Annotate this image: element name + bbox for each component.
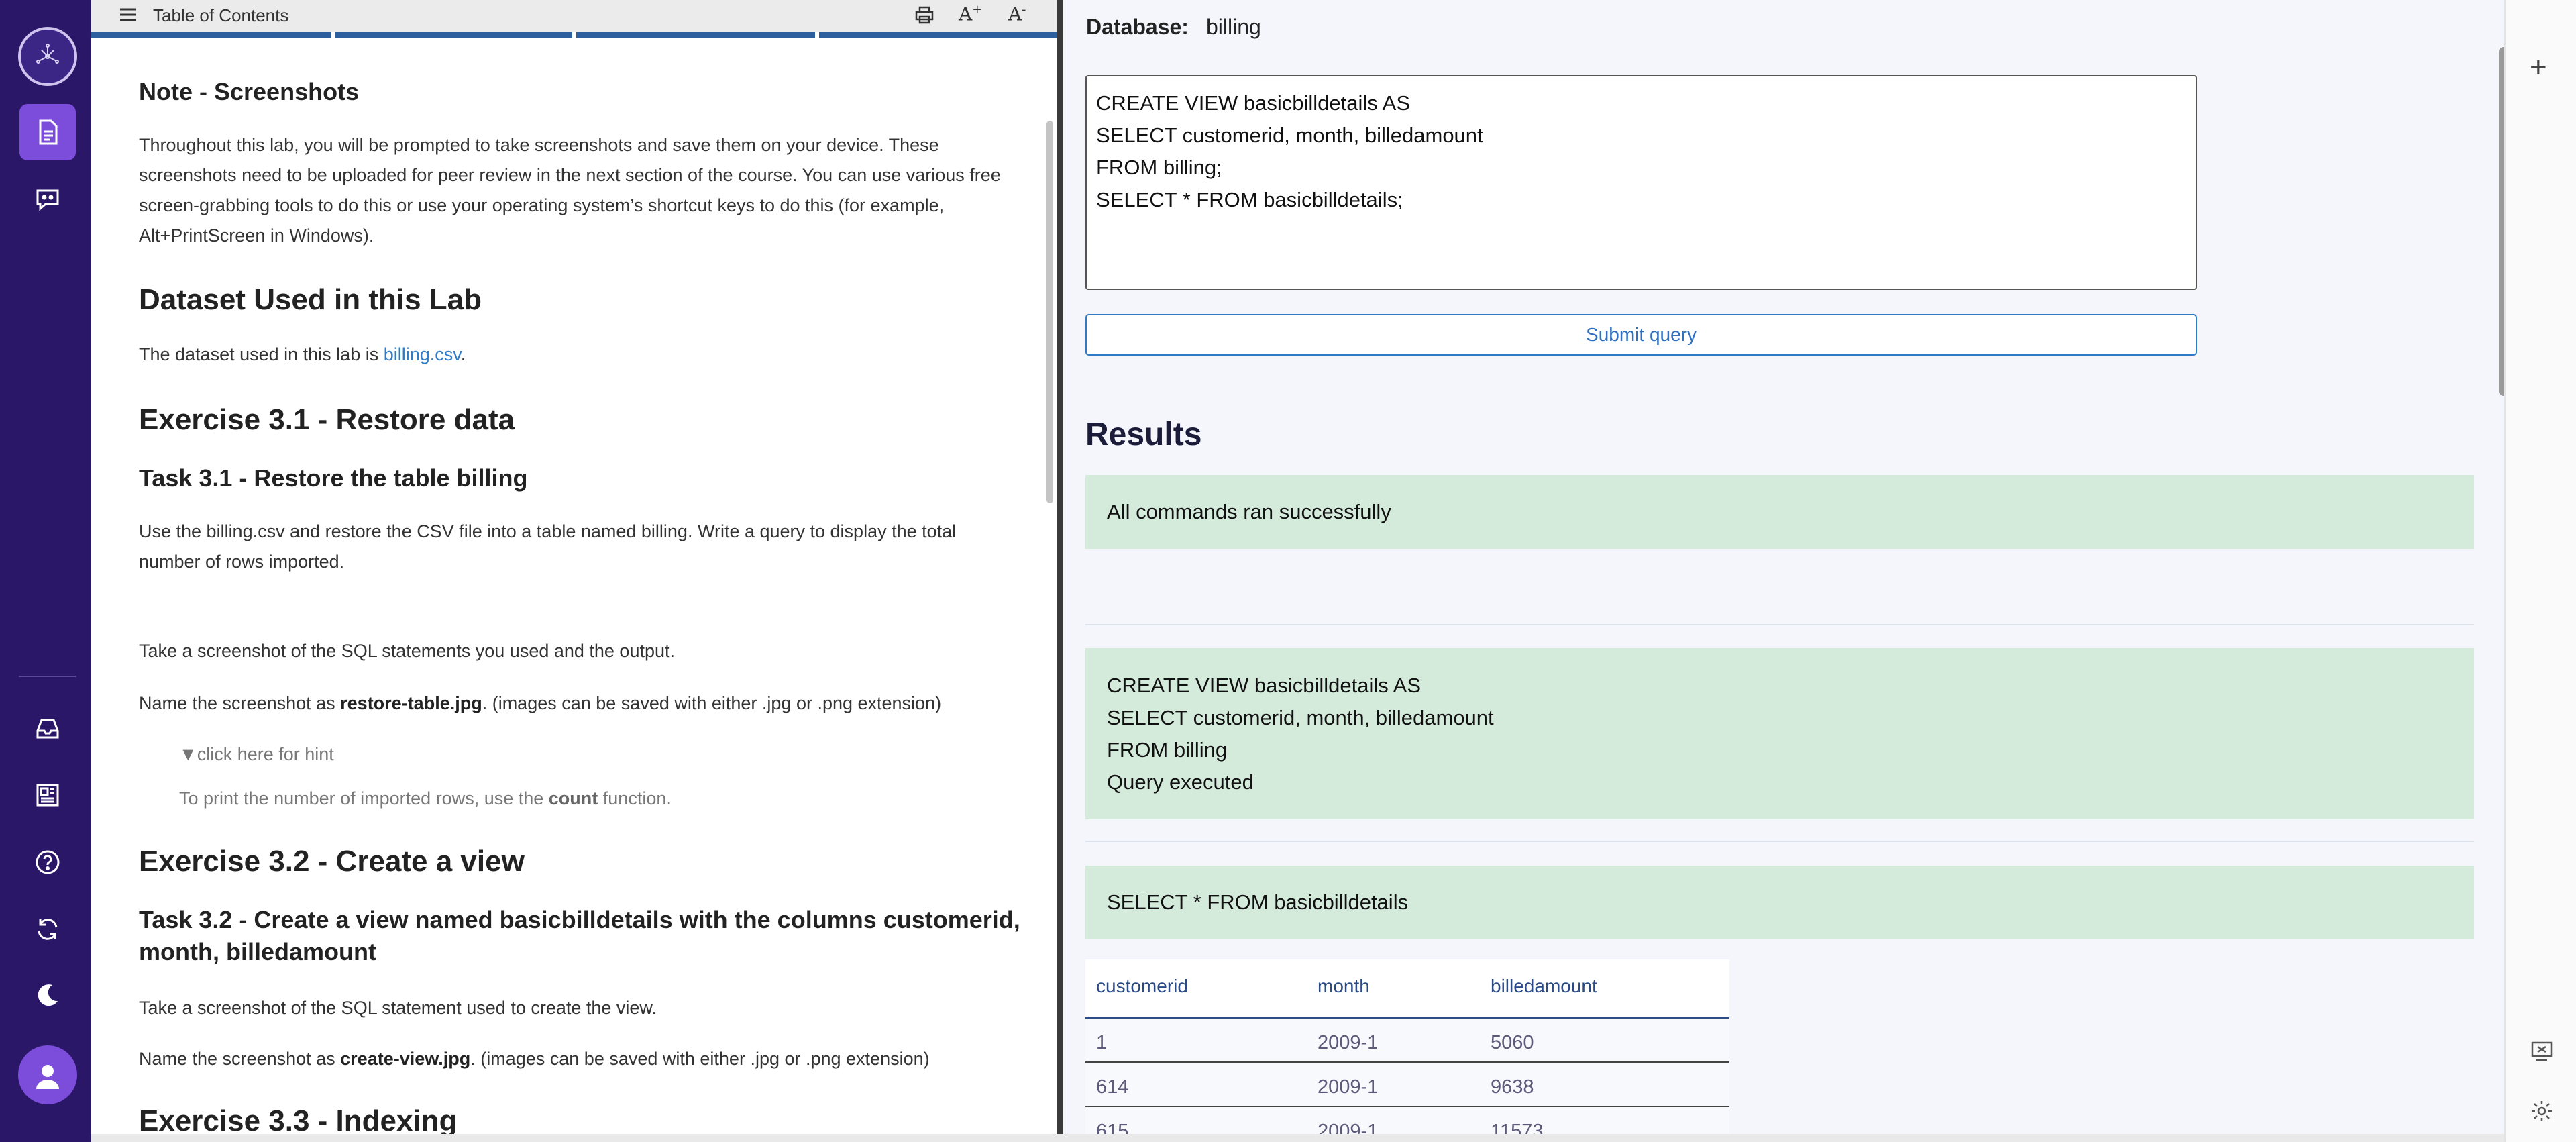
refresh-icon[interactable] bbox=[19, 901, 76, 957]
sql-query-input[interactable]: CREATE VIEW basicbilldetails AS SELECT c… bbox=[1085, 75, 2197, 290]
result-block-create-view: CREATE VIEW basicbilldetails AS SELECT cu… bbox=[1085, 648, 2474, 819]
result-block-select: SELECT * FROM basicbilldetails bbox=[1085, 866, 2474, 939]
dark-mode-moon-icon[interactable] bbox=[19, 967, 76, 1023]
results-heading: Results bbox=[1085, 417, 1202, 452]
table-cell: 614 bbox=[1096, 1076, 1129, 1098]
table-cell: 5060 bbox=[1491, 1032, 1534, 1053]
result-line: CREATE VIEW basicbilldetails AS bbox=[1107, 674, 1421, 697]
hint-suffix: function. bbox=[598, 788, 672, 809]
progress-segment-divider bbox=[815, 32, 819, 38]
name-suffix: . (images can be saved with either .jpg … bbox=[470, 1049, 930, 1069]
task-3-2-heading-line1: Task 3.2 - Create a view named basicbill… bbox=[139, 906, 1020, 933]
pane-resize-divider[interactable] bbox=[1057, 0, 1063, 1142]
print-icon[interactable] bbox=[914, 5, 934, 25]
task-3-2-screenshot-text: Take a screenshot of the SQL statement u… bbox=[139, 998, 657, 1018]
hint-count-keyword: count bbox=[548, 788, 598, 809]
progress-segment-divider bbox=[331, 32, 335, 38]
hamburger-menu-icon[interactable] bbox=[117, 5, 139, 24]
task-3-1-name-text: Name the screenshot as restore-table.jpg… bbox=[139, 688, 1011, 719]
task-3-2-heading-line2: month, billedamount bbox=[139, 938, 376, 966]
table-cell: 1 bbox=[1096, 1032, 1108, 1053]
table-header: customerid month billedamount bbox=[1085, 959, 1729, 1019]
user-avatar-icon[interactable] bbox=[18, 1045, 77, 1104]
help-icon[interactable] bbox=[19, 834, 76, 890]
rail-divider bbox=[19, 676, 76, 677]
database-name[interactable]: billing bbox=[1206, 15, 1261, 39]
table-cell: 9638 bbox=[1491, 1076, 1534, 1098]
nav-rail bbox=[0, 0, 91, 1142]
inbox-icon[interactable] bbox=[19, 700, 76, 757]
toc-bar: Table of Contents A+ A- bbox=[91, 0, 1057, 38]
table-row: 614 2009-1 9638 bbox=[1085, 1063, 1729, 1107]
results-separator bbox=[1085, 841, 2474, 842]
database-label-key: Database: bbox=[1086, 15, 1189, 39]
progress-segment-divider bbox=[572, 32, 576, 38]
submit-query-button[interactable]: Submit query bbox=[1085, 314, 2197, 356]
screenshot-capture-icon[interactable] bbox=[2530, 1039, 2554, 1063]
result-line: FROM billing bbox=[1107, 738, 1228, 762]
result-line: Query executed bbox=[1107, 770, 1254, 794]
name-prefix: Name the screenshot as bbox=[139, 1049, 341, 1069]
exercise-3-1-heading: Exercise 3.1 - Restore data bbox=[139, 403, 515, 436]
task-3-2-name-text: Name the screenshot as create-view.jpg. … bbox=[139, 1044, 1011, 1074]
toc-title[interactable]: Table of Contents bbox=[153, 5, 288, 26]
column-header[interactable]: month bbox=[1318, 976, 1370, 997]
table-cell: 2009-1 bbox=[1318, 1076, 1379, 1098]
column-header[interactable]: customerid bbox=[1096, 976, 1188, 997]
create-view-filename: create-view.jpg bbox=[340, 1049, 471, 1069]
hint-text: To print the number of imported rows, us… bbox=[179, 784, 1051, 814]
instructions-scrollbar[interactable] bbox=[1046, 121, 1053, 503]
results-table: customerid month billedamount 1 2009-1 5… bbox=[1085, 959, 1729, 1142]
note-heading: Note - Screenshots bbox=[139, 78, 360, 105]
chat-assistant-icon[interactable] bbox=[19, 171, 76, 227]
exercise-3-3-heading: Exercise 3.3 - Indexing bbox=[139, 1104, 458, 1137]
table-cell: 2009-1 bbox=[1318, 1032, 1379, 1053]
name-suffix: . (images can be saved with either .jpg … bbox=[482, 693, 942, 713]
instructions-pane: Table of Contents A+ A- Note - Screensho… bbox=[91, 0, 1057, 1142]
table-row: 1 2009-1 5060 bbox=[1085, 1019, 1729, 1063]
add-panel-plus-icon[interactable]: + bbox=[2530, 51, 2547, 85]
settings-gear-icon[interactable] bbox=[2530, 1099, 2554, 1123]
right-tool-strip: + bbox=[2504, 0, 2576, 1142]
name-prefix: Name the screenshot as bbox=[139, 693, 341, 713]
bottom-scroll-track bbox=[91, 1134, 2504, 1142]
dataset-text-prefix: The dataset used in this lab is bbox=[139, 344, 384, 364]
increase-font-icon[interactable]: A+ bbox=[959, 3, 982, 25]
dataset-heading: Dataset Used in this Lab bbox=[139, 283, 482, 316]
restore-table-filename: restore-table.jpg bbox=[340, 693, 482, 713]
column-header[interactable]: billedamount bbox=[1491, 976, 1597, 997]
news-icon[interactable] bbox=[19, 767, 76, 823]
task-3-1-heading: Task 3.1 - Restore the table billing bbox=[139, 464, 528, 492]
note-text: Throughout this lab, you will be prompte… bbox=[139, 135, 1001, 246]
decrease-font-icon[interactable]: A- bbox=[1008, 3, 1026, 25]
exercise-3-2-heading: Exercise 3.2 - Create a view bbox=[139, 845, 525, 878]
hint-prefix: To print the number of imported rows, us… bbox=[179, 788, 549, 809]
hint-toggle[interactable]: ▼click here for hint bbox=[179, 739, 1051, 770]
dataset-text-suffix: . bbox=[460, 344, 466, 364]
task-3-1-screenshot-text: Take a screenshot of the SQL statements … bbox=[139, 641, 676, 661]
sql-pane: Database: billing CREATE VIEW basicbillde… bbox=[1063, 0, 2504, 1142]
status-message: All commands ran successfully bbox=[1085, 475, 2474, 549]
instructions-document-icon[interactable] bbox=[19, 104, 76, 160]
database-label: Database: billing bbox=[1086, 15, 1261, 40]
result-line: SELECT customerid, month, billedamount bbox=[1107, 706, 1494, 729]
app-logo-icon[interactable] bbox=[18, 27, 77, 86]
task-3-1-text: Use the billing.csv and restore the CSV … bbox=[139, 521, 957, 572]
dataset-text: The dataset used in this lab is billing.… bbox=[139, 340, 1011, 370]
billing-csv-link[interactable]: billing.csv bbox=[384, 344, 461, 364]
results-separator bbox=[1085, 624, 2474, 625]
